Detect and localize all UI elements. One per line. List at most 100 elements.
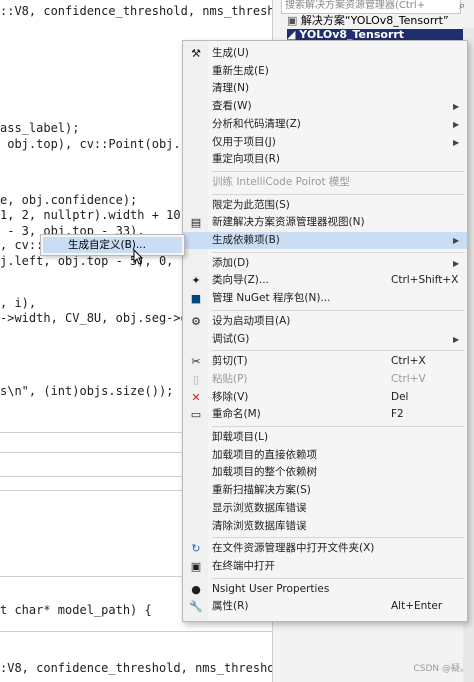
menu-separator [212, 577, 464, 579]
menu-item-label: 类向导(Z)... [212, 274, 269, 287]
menu-item-shortcut: F2 [391, 408, 404, 421]
menu-item-label: 设为启动项目(A) [212, 314, 291, 327]
menu-item-build[interactable]: ⚒ 生成(U) [183, 45, 467, 62]
menu-item-label: 查看(W) [212, 100, 252, 113]
menu-item-remove[interactable]: ✕ 移除(V) Del [183, 389, 467, 406]
solution-label: 解决方案“YOLOv8_Tensorrt” [300, 14, 449, 27]
menu-item-clear-db-errors[interactable]: 清除浏览数据库错误 [183, 518, 467, 535]
menu-item-scope[interactable]: 限定为此范围(S) [183, 197, 467, 214]
menu-separator [212, 426, 464, 427]
terminal-icon: ▣ [190, 559, 202, 573]
menu-item-shortcut: Alt+Enter [391, 600, 443, 613]
menu-item-build-deps[interactable]: 生成依赖项(B) ▶ [183, 232, 467, 249]
code-line[interactable]: s\n", (int)objs.size()); [0, 384, 173, 398]
menu-item-label: 粘贴(P) [212, 372, 248, 385]
menu-item-properties[interactable]: 🔧 属性(R) Alt+Enter [183, 598, 467, 615]
menu-item-label: 清理(N) [212, 82, 250, 95]
code-line[interactable]: , i), [0, 296, 36, 310]
menu-item-load-direct[interactable]: 加载项目的直接依赖项 [183, 447, 467, 464]
menu-item-class-wizard[interactable]: ✦ 类向导(Z)... Ctrl+Shift+X [183, 272, 467, 289]
menu-separator [212, 170, 464, 172]
code-line[interactable]: :V8, confidence_threshold, nms_threshol [0, 661, 272, 675]
delete-icon: ✕ [191, 390, 201, 404]
explorer-view-icon: ▤ [190, 216, 202, 230]
project-context-menu: ⚒ 生成(U) 重新生成(E) 清理(N) 查看(W) ▶ 分析和代码清理(Z) ▶ 仅用于项目… [182, 40, 468, 622]
build-dependencies-submenu: 生成自定义(B)... [40, 234, 185, 256]
mouse-cursor-icon [133, 249, 143, 265]
menu-item-shortcut: Ctrl+V [391, 372, 426, 385]
menu-separator [212, 350, 464, 352]
menu-item-label: 仅用于项目(J) [212, 135, 276, 148]
tree-item-solution[interactable]: ▣ 解决方案“YOLOv8_Tensorrt” [287, 13, 449, 29]
menu-item-label: 重定向项目(R) [212, 153, 280, 166]
menu-item-analyze[interactable]: 分析和代码清理(Z) ▶ [183, 116, 467, 133]
wrench-icon: 🔧 [189, 600, 203, 614]
menu-item-label: 分析和代码清理(Z) [212, 117, 301, 130]
menu-item-label: 新建解决方案资源管理器视图(N) [212, 216, 365, 229]
menu-item-set-startup[interactable]: ⚙ 设为启动项目(A) [183, 313, 467, 330]
menu-item-retarget[interactable]: 重定向项目(R) [183, 151, 467, 168]
menu-item-nsight[interactable]: ● Nsight User Properties [183, 581, 467, 598]
menu-item-label: Nsight User Properties [212, 582, 330, 595]
menu-item-label: 重新扫描解决方案(S) [212, 484, 311, 497]
menu-item-label: 显示浏览数据库错误 [212, 501, 307, 514]
menu-item-rescan[interactable]: 重新扫描解决方案(S) [183, 482, 467, 499]
menu-item-project-only[interactable]: 仅用于项目(J) ▶ [183, 134, 467, 151]
menu-item-label: 卸载项目(L) [212, 431, 269, 443]
code-line[interactable]: ass_label); [0, 121, 79, 135]
code-line[interactable]: , cv:: [0, 238, 43, 252]
solution-search-input[interactable]: 搜索解决方案资源管理器(Ctrl+ [281, 0, 461, 14]
menu-item-load-tree[interactable]: 加载项目的整个依赖树 [183, 464, 467, 481]
menu-item-shortcut: Del [391, 390, 409, 403]
nsight-icon: ● [191, 582, 201, 596]
submenu-arrow-icon: ▶ [453, 236, 460, 245]
menu-item-new-view[interactable]: ▤ 新建解决方案资源管理器视图(N) [183, 214, 467, 231]
nuget-icon: ■ [190, 292, 202, 306]
watermark: CSDN @疑。 [413, 664, 469, 674]
menu-item-label: 属性(R) [212, 600, 249, 613]
menu-separator [212, 537, 464, 539]
code-line[interactable]: t char* model_path) { [0, 603, 152, 617]
menu-item-debug[interactable]: 调试(G) ▶ [183, 331, 467, 348]
menu-item-view[interactable]: 查看(W) ▶ [183, 98, 467, 115]
menu-item-clean[interactable]: 清理(N) [183, 80, 467, 97]
menu-item-show-db-errors[interactable]: 显示浏览数据库错误 [183, 500, 467, 517]
gear-icon: ⚙ [191, 314, 201, 328]
menu-item-label: 重新生成(E) [212, 64, 269, 77]
menu-item-open-folder[interactable]: ↻ 在文件资源管理器中打开文件夹(X) [183, 540, 467, 557]
menu-item-label: 加载项目的整个依赖树 [212, 466, 317, 479]
code-line[interactable]: ->width, CV_8U, obj.seg->dat [0, 311, 202, 325]
menu-item-rename[interactable]: ▭ 重命名(M) F2 [183, 406, 467, 423]
menu-item-nuget[interactable]: ■ 管理 NuGet 程序包(N)... [183, 290, 467, 307]
editor-divider [0, 631, 272, 632]
menu-item-shortcut: Ctrl+X [391, 355, 426, 368]
menu-item-add[interactable]: 添加(D) ▶ [183, 255, 467, 272]
menu-item-rebuild[interactable]: 重新生成(E) [183, 63, 467, 80]
code-line[interactable]: ::V8, confidence_threshold, nms_thresho [0, 4, 272, 18]
menu-item-label: 添加(D) [212, 256, 250, 269]
code-line[interactable]: obj.top), cv::Point(obj.rig [0, 137, 202, 151]
code-line[interactable]: e, obj.confidence); [0, 193, 137, 207]
menu-item-label: 清除浏览数据库错误 [212, 519, 307, 532]
menu-item-label: 管理 NuGet 程序包(N)... [212, 292, 331, 305]
build-icon: ⚒ [191, 47, 201, 60]
search-icon[interactable]: ⌕ [459, 0, 465, 13]
code-line[interactable]: 1, 2, nullptr).width + 10; [0, 208, 188, 222]
solution-icon: ▣ [287, 14, 301, 27]
menu-item-label: 加载项目的直接依赖项 [212, 448, 317, 461]
menu-item-shortcut: Ctrl+Shift+X [391, 274, 459, 287]
menu-item-label: 在文件资源管理器中打开文件夹(X) [212, 542, 375, 555]
menu-separator [212, 193, 464, 195]
menu-item-label: 调试(G) [212, 332, 250, 345]
menu-item-label: 在终端中打开 [212, 559, 275, 572]
menu-item-open-terminal[interactable]: ▣ 在终端中打开 [183, 558, 467, 575]
scissors-icon: ✂ [191, 355, 201, 369]
submenu-arrow-icon: ▶ [453, 334, 460, 344]
menu-item-cut[interactable]: ✂ 剪切(T) Ctrl+X [183, 353, 467, 370]
code-line[interactable]: j.left, obj.top - 5), 0, 1, [0, 254, 195, 268]
menu-item-label: 训练 IntelliCode Poirot 模型 [212, 175, 350, 188]
menu-item-build-customizations[interactable]: 生成自定义(B)... [43, 237, 182, 253]
menu-item-unload[interactable]: 卸载项目(L) [183, 429, 467, 446]
paste-icon: ▯ [192, 372, 200, 386]
class-wizard-icon: ✦ [191, 274, 201, 288]
